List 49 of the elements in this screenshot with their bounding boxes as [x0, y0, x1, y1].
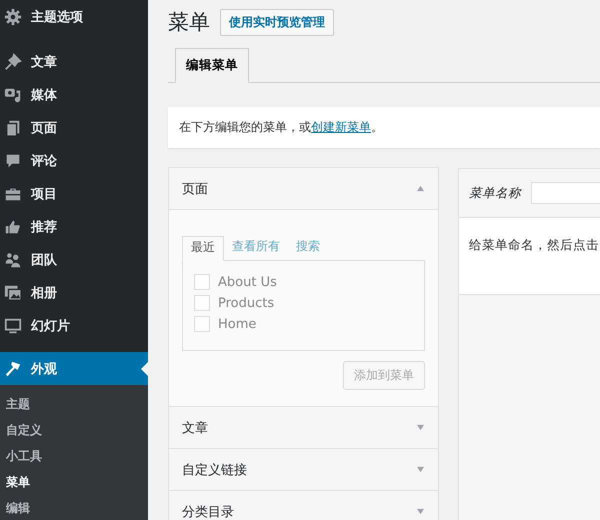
pages-icon	[4, 118, 22, 136]
section-title: 页面	[182, 180, 208, 198]
accordion-header[interactable]: 页面	[169, 168, 438, 209]
tab[interactable]: 编辑菜单	[175, 48, 249, 83]
submenu-item[interactable]: 小工具	[0, 443, 148, 469]
menu-name-label: 菜单名称	[469, 184, 521, 202]
sidebar-item[interactable]: 评论	[0, 144, 148, 177]
section-title: 分类目录	[182, 504, 234, 520]
sidebar-item[interactable]: 主题选项	[0, 0, 148, 34]
sidebar-item[interactable]: 相册	[0, 276, 148, 309]
sidebar-item[interactable]: 推荐	[0, 210, 148, 243]
tab[interactable]: 最近	[182, 236, 224, 261]
sidebar-item[interactable]: 媒体	[0, 78, 148, 111]
people-icon	[4, 250, 22, 268]
notice-text: 在下方编辑您的菜单，或创建新菜单。	[168, 107, 600, 148]
gear-icon	[4, 8, 22, 26]
accordion-header[interactable]: 自定义链接	[169, 449, 438, 490]
create-menu-link[interactable]: 创建新菜单	[311, 120, 371, 134]
submenu-item[interactable]: 自定义	[0, 417, 148, 443]
thumbs-up-icon	[4, 218, 22, 236]
page-name: About Us	[218, 274, 277, 290]
submenu-item[interactable]: 编辑	[0, 495, 148, 520]
sidebar-item[interactable]: 团队	[0, 243, 148, 276]
accordion-header[interactable]: 分类目录	[169, 491, 438, 520]
submenu-item[interactable]: 菜单	[0, 469, 148, 495]
checkbox[interactable]	[194, 295, 210, 311]
page-name: Home	[218, 316, 256, 332]
checkbox[interactable]	[194, 274, 210, 290]
instruction-text: 给菜单命名，然后点击	[469, 237, 599, 252]
live-preview-button[interactable]: 使用实时预览管理	[220, 8, 334, 36]
sidebar-item[interactable]: 幻灯片	[0, 309, 148, 342]
page-name: Products	[218, 296, 274, 310]
comment-icon	[4, 152, 22, 170]
current-menu-pointer	[141, 362, 148, 376]
gallery-icon	[4, 284, 22, 302]
submenu-item[interactable]: 主题	[0, 391, 148, 417]
accordion-header[interactable]: 文章	[169, 407, 438, 448]
sidebar-item[interactable]: 页面	[0, 111, 148, 144]
checkbox[interactable]	[194, 316, 210, 332]
sidebar-item[interactable]: 外观	[0, 352, 148, 385]
media-icon	[4, 86, 22, 104]
monitor-icon	[4, 316, 22, 334]
section-title: 文章	[182, 420, 208, 436]
page-title: 菜单	[168, 9, 210, 36]
pin-icon	[4, 52, 22, 70]
sidebar-item[interactable]: 文章	[0, 45, 148, 78]
section-title: 自定义链接	[182, 462, 247, 478]
sidebar-item[interactable]: 项目	[0, 177, 148, 210]
brush-icon	[4, 360, 22, 378]
